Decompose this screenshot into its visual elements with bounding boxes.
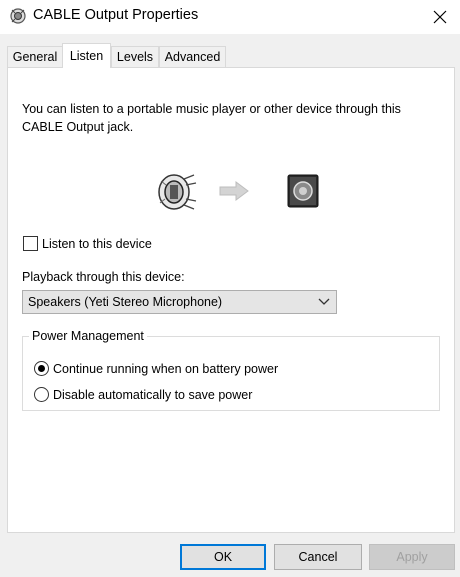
playback-device-select[interactable]: Speakers (Yeti Stereo Microphone) <box>22 290 337 314</box>
radio-disable-automatically[interactable]: Disable automatically to save power <box>34 387 252 402</box>
apply-button-label: Apply <box>396 550 428 564</box>
speaker-device-icon <box>10 8 26 24</box>
listen-description: You can listen to a portable music playe… <box>22 100 442 136</box>
listen-checkbox[interactable] <box>23 236 38 251</box>
ok-button[interactable]: OK <box>180 544 266 570</box>
cancel-button[interactable]: Cancel <box>274 544 362 570</box>
window-title: CABLE Output Properties <box>33 7 199 23</box>
apply-button[interactable]: Apply <box>369 544 455 570</box>
radio-button[interactable] <box>34 387 49 402</box>
tab-listen[interactable]: Listen <box>62 43 111 68</box>
playback-label: Playback through this device: <box>22 270 185 284</box>
description-line: You can listen to a portable music playe… <box>22 102 401 116</box>
tab-levels[interactable]: Levels <box>111 46 159 67</box>
radio-continue-running[interactable]: Continue running when on battery power <box>34 361 278 376</box>
arrow-right-icon <box>219 181 249 201</box>
chevron-down-icon <box>318 298 330 305</box>
listen-panel: You can listen to a portable music playe… <box>7 67 455 533</box>
tab-label: Listen <box>69 49 104 63</box>
tab-label: General <box>12 50 58 64</box>
ok-button-label: OK <box>213 550 233 564</box>
playback-device-value: Speakers (Yeti Stereo Microphone) <box>28 295 223 309</box>
tab-advanced[interactable]: Advanced <box>159 46 226 67</box>
radio-label: Continue running when on battery power <box>53 361 279 376</box>
description-line: CABLE Output jack. <box>22 120 134 134</box>
cancel-button-label: Cancel <box>298 550 338 564</box>
tab-label: Levels <box>116 50 154 64</box>
speaker-icon <box>287 174 319 208</box>
listen-checkbox-label: Listen to this device <box>42 236 152 251</box>
listen-checkbox-row[interactable]: Listen to this device <box>23 236 152 251</box>
radio-label: Disable automatically to save power <box>53 387 253 402</box>
cable-jack-icon <box>158 174 197 210</box>
title-bar: CABLE Output Properties <box>0 0 460 34</box>
close-button[interactable] <box>428 6 452 28</box>
tab-general[interactable]: General <box>7 46 63 67</box>
power-management-legend: Power Management <box>29 329 147 343</box>
close-icon <box>433 10 447 24</box>
tab-label: Advanced <box>164 50 221 64</box>
radio-button-checked[interactable] <box>34 361 49 376</box>
power-management-group: Power Management Continue running when o… <box>22 329 440 411</box>
